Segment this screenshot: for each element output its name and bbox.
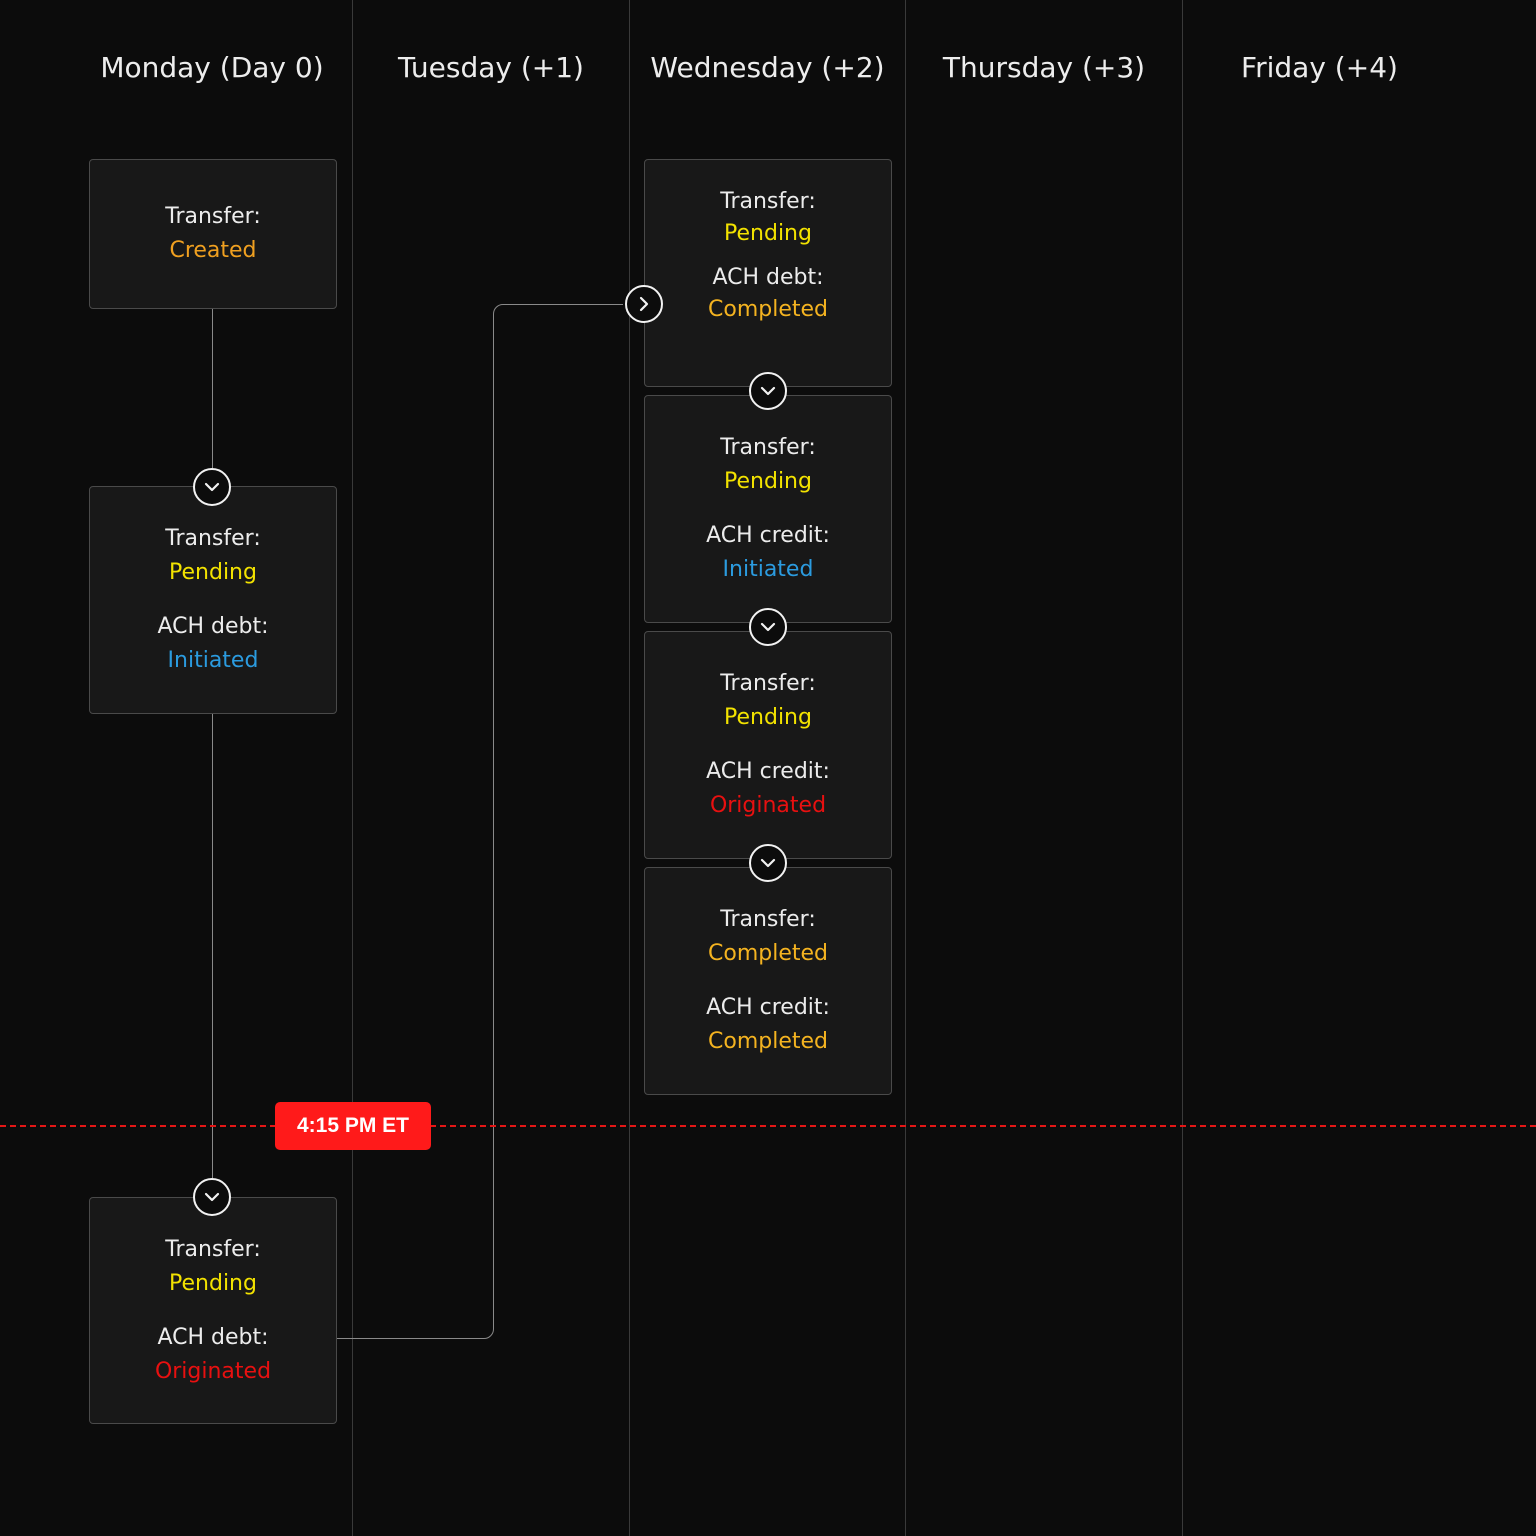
column-divider bbox=[352, 0, 353, 1536]
day-header-wednesday: Wednesday (+2) bbox=[650, 51, 885, 84]
status-card: Transfer: Completed ACH credit: Complete… bbox=[644, 867, 892, 1095]
status-card: Transfer: Pending ACH debt: Initiated bbox=[89, 486, 337, 714]
status-label: Transfer: bbox=[720, 671, 816, 696]
status-card: Transfer: Pending ACH debt: Completed bbox=[644, 159, 892, 387]
chevron-down-icon bbox=[749, 844, 787, 882]
status-label: ACH credit: bbox=[706, 995, 830, 1020]
chevron-down-icon bbox=[193, 468, 231, 506]
status-label: ACH debt: bbox=[712, 265, 824, 290]
status-value: Pending bbox=[724, 221, 812, 246]
status-value: Pending bbox=[724, 469, 812, 494]
chevron-right-icon bbox=[625, 285, 663, 323]
cutoff-line bbox=[0, 1125, 1536, 1127]
status-label: Transfer: bbox=[720, 435, 816, 460]
connector-corner bbox=[483, 1328, 494, 1339]
status-label: ACH debt: bbox=[157, 1324, 269, 1350]
connector-line bbox=[212, 712, 213, 1178]
column-divider bbox=[905, 0, 906, 1536]
connector-corner bbox=[493, 304, 505, 316]
cutoff-time-badge: 4:15 PM ET bbox=[275, 1102, 431, 1150]
status-label: Transfer: bbox=[165, 1236, 261, 1262]
status-value: Completed bbox=[708, 941, 828, 966]
chevron-down-icon bbox=[749, 372, 787, 410]
status-label: Transfer: bbox=[720, 907, 816, 932]
status-value: Pending bbox=[169, 560, 257, 585]
column-divider bbox=[1182, 0, 1183, 1536]
status-value: Pending bbox=[169, 1270, 257, 1296]
status-label: Transfer: bbox=[165, 526, 261, 551]
day-header-thursday: Thursday (+3) bbox=[942, 51, 1146, 84]
status-value: Originated bbox=[154, 1358, 272, 1384]
status-value: Initiated bbox=[167, 648, 259, 673]
connector-line bbox=[493, 314, 494, 1329]
connector-line bbox=[503, 304, 623, 305]
status-label: Transfer: bbox=[165, 204, 261, 229]
column-divider bbox=[629, 0, 630, 1536]
status-card: Transfer: Pending ACH debt: Originated bbox=[89, 1197, 337, 1424]
status-card: Transfer: Pending ACH credit: Initiated bbox=[644, 395, 892, 623]
connector-line bbox=[212, 308, 213, 468]
chevron-down-icon bbox=[193, 1178, 231, 1216]
status-value: Completed bbox=[708, 297, 828, 322]
status-label: ACH credit: bbox=[706, 759, 830, 784]
status-value: Originated bbox=[709, 793, 827, 818]
status-value: Initiated bbox=[722, 557, 814, 582]
status-label: ACH debt: bbox=[157, 614, 269, 639]
status-value: Pending bbox=[724, 705, 812, 730]
connector-line bbox=[336, 1338, 484, 1339]
status-card: Transfer: Pending ACH credit: Originated bbox=[644, 631, 892, 859]
status-label: Transfer: bbox=[720, 189, 816, 214]
day-header-friday: Friday (+4) bbox=[1241, 51, 1398, 84]
status-value: Completed bbox=[708, 1029, 828, 1054]
status-value: Created bbox=[169, 238, 257, 263]
chevron-down-icon bbox=[749, 608, 787, 646]
status-label: ACH credit: bbox=[706, 523, 830, 548]
day-header-tuesday: Tuesday (+1) bbox=[398, 51, 584, 84]
status-card: Transfer: Created bbox=[89, 159, 337, 309]
day-header-monday: Monday (Day 0) bbox=[100, 51, 324, 84]
